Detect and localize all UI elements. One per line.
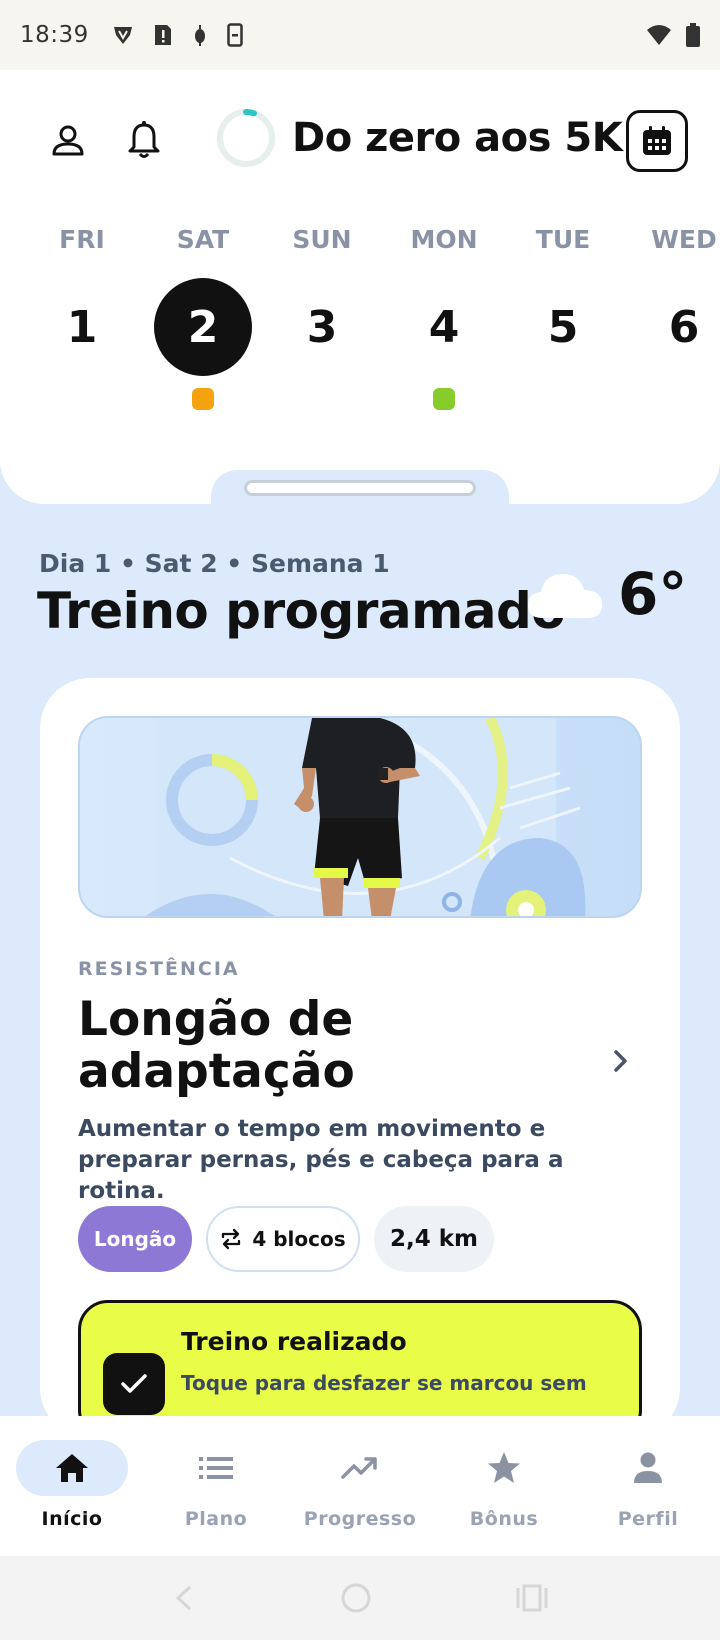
nav-label-progresso: Progresso: [303, 1508, 417, 1530]
day-number: 6: [668, 301, 700, 353]
day-activity-dot: [433, 388, 455, 410]
account-icon: [52, 125, 84, 156]
nav-item-perfil[interactable]: Perfil: [576, 1416, 720, 1556]
device-status-icon: [227, 23, 243, 47]
workout-card[interactable]: RESISTÊNCIA Longão de adaptação Aumentar…: [40, 678, 680, 1440]
list-icon: [199, 1457, 233, 1479]
chip-workout-type-label: Longão: [93, 1227, 177, 1251]
workout-title[interactable]: Longão de adaptação: [78, 994, 498, 1098]
plan-progress-ring-icon: [217, 109, 275, 167]
day-number: 4: [428, 301, 460, 353]
day-number: 3: [306, 301, 338, 353]
day-number: 5: [547, 301, 579, 353]
trend-icon: [341, 1457, 377, 1479]
nav-label-plano: Plano: [184, 1508, 248, 1530]
star-icon: [488, 1452, 520, 1483]
runner-illustration: [145, 718, 586, 916]
plan-title-group: Do zero aos 5K: [214, 106, 623, 170]
day-sat[interactable]: SAT 2: [153, 220, 253, 410]
nav-item-bonus[interactable]: Bônus: [432, 1416, 576, 1556]
chip-workout-type[interactable]: Longão: [78, 1206, 192, 1272]
alert-card-icon: [154, 25, 171, 45]
day-mon[interactable]: MON 4: [394, 220, 494, 410]
nav-label-inicio: Início: [41, 1508, 103, 1530]
status-notification-icons: [111, 23, 243, 47]
sheet-drag-handle[interactable]: [244, 480, 476, 496]
chip-distance-label: 2,4 km: [389, 1226, 478, 1252]
day-name: TUE: [535, 225, 591, 254]
day-name: WED: [651, 225, 717, 254]
day-sun[interactable]: SUN 3: [272, 220, 372, 410]
check-icon: [121, 1374, 147, 1393]
battery-icon: [686, 23, 700, 47]
recents-icon[interactable]: [516, 1583, 548, 1613]
home-circle-icon[interactable]: [340, 1582, 372, 1614]
workout-chips: Longão 4 blocos 2,4 km: [78, 1206, 494, 1272]
system-navigation-bar: [0, 1556, 720, 1640]
chevron-right-icon[interactable]: [610, 1046, 632, 1076]
nav-item-inicio[interactable]: Início: [0, 1416, 144, 1556]
day-activity-dot: [71, 388, 93, 410]
day-name: FRI: [59, 225, 105, 254]
done-checkbox[interactable]: [103, 1353, 165, 1415]
section-title: Treino programado: [37, 582, 566, 640]
day-name: SAT: [176, 225, 230, 254]
done-subtitle: Toque para desfazer se marcou sem: [181, 1371, 587, 1395]
day-week-meta: Dia 1 • Sat 2 • Semana 1: [39, 549, 390, 578]
week-strip: FRI 1 SAT 2 SUN 3 MON 4 TUE 5 WED 6: [0, 220, 720, 500]
temperature: 6°: [618, 560, 688, 628]
day-activity-dot: [192, 388, 214, 410]
chip-distance[interactable]: 2,4 km: [374, 1206, 494, 1272]
day-tue[interactable]: TUE 5: [513, 220, 613, 410]
day-wed[interactable]: WED 6: [634, 220, 720, 410]
nav-item-plano[interactable]: Plano: [144, 1416, 288, 1556]
wifi-icon: [647, 25, 671, 45]
calendar-button[interactable]: [626, 110, 688, 172]
workout-description: Aumentar o tempo em movimento e preparar…: [78, 1116, 564, 1204]
account-button[interactable]: [46, 114, 90, 166]
workout-category: RESISTÊNCIA: [78, 958, 240, 980]
day-number: 1: [66, 301, 98, 353]
calendar-icon: [643, 126, 671, 155]
back-icon[interactable]: [172, 1583, 196, 1613]
day-activity-dot: [673, 388, 695, 410]
nav-item-progresso[interactable]: Progresso: [288, 1416, 432, 1556]
status-system-icons: [646, 23, 700, 47]
chip-blocks-label: 4 blocos: [252, 1227, 346, 1251]
day-name: MON: [410, 225, 478, 254]
status-bar: 18:39: [0, 0, 720, 70]
repeat-icon: [222, 1228, 241, 1250]
done-title: Treino realizado: [181, 1327, 407, 1356]
home-icon: [56, 1454, 88, 1482]
nav-label-perfil: Perfil: [617, 1508, 679, 1530]
day-activity-dot: [311, 388, 333, 410]
notifications-button[interactable]: [120, 112, 168, 168]
chip-blocks[interactable]: 4 blocos: [206, 1206, 360, 1272]
workout-hero-image: [78, 716, 642, 918]
cloud-icon: [528, 574, 602, 618]
day-name: SUN: [292, 225, 352, 254]
day-activity-dot: [552, 388, 574, 410]
nav-label-bonus: Bônus: [469, 1508, 539, 1530]
header-panel: Do zero aos 5K FRI 1 SAT 2 SUN 3 MON 4 TUE 5 WED 6: [0, 70, 720, 504]
day-number: 2: [154, 278, 252, 376]
bottom-navigation: Início Plano Progresso Bônus Perfil: [0, 1416, 720, 1556]
vpn-shield-icon: [113, 27, 132, 44]
debug-bug-icon: [194, 25, 205, 46]
bell-icon: [128, 121, 160, 158]
app-title: Do zero aos 5K: [292, 115, 623, 161]
status-time: 18:39: [20, 22, 89, 48]
person-icon: [634, 1452, 662, 1483]
day-fri[interactable]: FRI 1: [32, 220, 132, 410]
nav-active-indicator: [16, 1440, 128, 1496]
weather-widget: 6°: [526, 560, 687, 628]
